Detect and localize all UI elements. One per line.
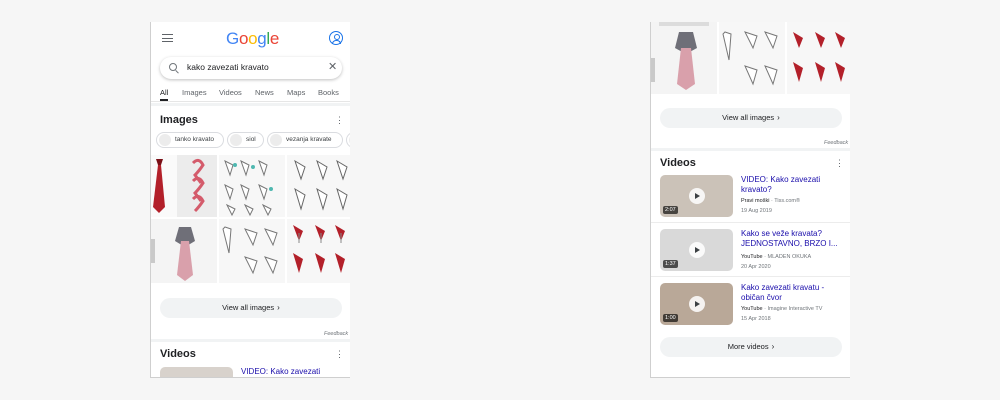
tab-videos[interactable]: Videos [219,88,242,97]
tie-image [151,227,195,281]
chip-thumbnail [270,134,282,146]
video-date: 19 Aug 2019 [741,208,772,214]
close-icon[interactable]: ✕ [328,62,337,73]
tie-diagram-image [224,159,273,217]
search-tabs: All Images Videos News Maps Books [151,86,350,102]
video-thumbnail[interactable] [160,367,233,377]
video-result[interactable]: 2:07 VIDEO: Kako zavezati kravato? Pravi… [651,170,850,223]
video-source-name: YouTube [741,254,763,260]
video-title[interactable]: VIDEO: Kako zavezati kravato? [241,367,345,377]
chip-siol[interactable]: siol [227,132,264,148]
more-videos-label: More videos [727,342,769,351]
more-videos-button[interactable]: More videos › [660,337,842,357]
video-source-name: Pravi moški [741,198,770,204]
image-result-pink-tie[interactable] [151,219,217,283]
divider [651,148,850,151]
image-result-diagram-1[interactable] [219,155,285,217]
tab-images[interactable]: Images [182,88,207,97]
view-all-images-button[interactable]: View all images › [660,108,842,128]
video-source: Pravi moški · Tiss.com® [741,198,801,204]
tab-news[interactable]: News [255,88,274,97]
chip-label: tanko kravato [175,136,215,143]
header: Google [151,22,350,56]
chevron-right-icon: › [771,342,775,351]
chip-vezanja-kravate[interactable]: vezanja kravate [267,132,343,148]
tab-all[interactable]: All [160,88,168,97]
search-query[interactable]: kako zavezati kravato [187,62,269,72]
view-all-images-label: View all images [722,113,775,122]
tie-image [153,159,165,213]
image-result-diagram-3[interactable] [219,219,285,283]
tie-diagram-image [293,225,345,273]
view-all-images-label: View all images [222,303,275,312]
chip-label: siol [246,136,256,143]
search-input[interactable]: kako zavezati kravato ✕ [160,57,342,79]
more-options-icon[interactable]: ⋮ [335,350,344,359]
play-icon [689,242,705,258]
video-duration: 2:07 [663,206,678,214]
menu-icon[interactable] [162,34,173,42]
videos-heading: Videos [660,157,696,169]
video-result[interactable]: 1:00 Kako zavezati kravatu - običan čvor… [651,278,850,331]
play-icon [689,188,705,204]
chip-thumbnail [159,134,171,146]
image-result-pink-tie[interactable] [651,22,717,94]
more-options-icon[interactable]: ⋮ [835,159,844,168]
videos-heading: Videos [160,348,196,360]
chip-label: vezanja kravate [286,136,332,143]
chip-thumbnail [349,134,350,146]
search-icon [169,63,177,71]
tab-maps[interactable]: Maps [287,88,305,97]
video-date: 20 Apr 2020 [741,264,771,270]
video-title[interactable]: Kako se veže kravata? JEDNOSTAVNO, BRZO … [741,229,845,249]
video-date: 15 Apr 2018 [741,316,771,322]
play-icon [689,296,705,312]
feedback-link[interactable]: Feedback [824,140,848,146]
divider [151,339,350,342]
feedback-link[interactable]: Feedback [324,331,348,337]
image-result-red-diagram[interactable] [287,219,350,283]
right-phone-screen: View all images › Feedback Videos ⋮ 2:07 … [650,22,850,378]
chip-more[interactable] [346,132,350,148]
image-result-red-tie[interactable] [151,155,177,217]
image-result-red-diagram[interactable] [787,22,850,94]
video-source: YouTube · Imagine Interactive TV [741,306,823,312]
image-result-ribbons[interactable] [177,155,217,217]
left-phone-screen: Google kako zavezati kravato ✕ All Image… [150,22,350,378]
tie-image [651,22,709,90]
account-icon[interactable] [329,31,343,45]
view-all-images-button[interactable]: View all images › [160,298,342,318]
video-source: YouTube · MLADEN OKUKA [741,254,812,260]
video-thumbnail[interactable]: 1:37 [660,229,733,271]
tie-diagram-image [722,31,778,86]
tie-diagram-image [294,159,348,211]
video-channel: MLADEN OKUKA [767,254,812,260]
tie-diagram-image [793,32,845,82]
video-result[interactable]: VIDEO: Kako zavezati kravato? [151,362,350,377]
chevron-right-icon: › [277,303,280,312]
chevron-right-icon: › [777,113,780,122]
tab-books[interactable]: Books [318,88,339,97]
video-thumbnail[interactable]: 1:00 [660,283,733,325]
video-title[interactable]: Kako zavezati kravatu - običan čvor [741,283,845,303]
image-result-diagram-3[interactable] [719,22,785,94]
image-result-diagram-2[interactable] [287,155,350,217]
video-duration: 1:37 [663,260,678,268]
google-logo[interactable]: Google [226,29,279,49]
ribbon-image [191,158,205,213]
video-channel: Tiss.com® [774,198,801,204]
more-options-icon[interactable]: ⋮ [335,116,344,125]
video-channel: Imagine Interactive TV [767,306,823,312]
video-duration: 1:00 [663,314,678,322]
images-heading: Images [160,114,198,126]
tie-diagram-image [222,226,278,275]
video-result[interactable]: 1:37 Kako se veže kravata? JEDNOSTAVNO, … [651,224,850,277]
video-source-name: YouTube [741,306,763,312]
active-tab-indicator [160,99,168,101]
chip-thumbnail [230,134,242,146]
video-thumbnail[interactable]: 2:07 [660,175,733,217]
video-title[interactable]: VIDEO: Kako zavezati kravato? [741,175,845,195]
divider [151,103,350,106]
chip-tanko-kravato[interactable]: tanko kravato [156,132,224,148]
